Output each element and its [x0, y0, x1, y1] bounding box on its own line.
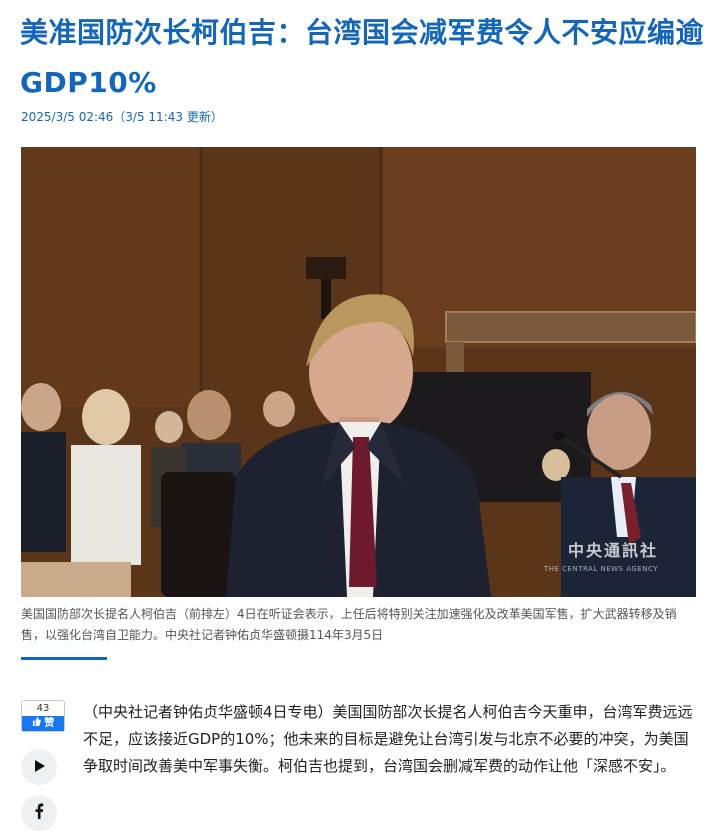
article-dateline: 2025/3/5 02:46（3/5 11:43 更新）: [21, 110, 223, 124]
facebook-icon: [33, 803, 45, 823]
share-bar: 43 赞: [21, 700, 65, 831]
facebook-like-button[interactable]: 43 赞: [21, 700, 65, 732]
play-icon: [32, 758, 46, 777]
article-photo: 中央通訊社 THE CENTRAL NEWS AGENCY: [21, 147, 696, 597]
caption-divider: [21, 657, 107, 660]
play-audio-button[interactable]: [21, 749, 57, 785]
photo-watermark-en: THE CENTRAL NEWS AGENCY: [543, 565, 658, 573]
facebook-share-button[interactable]: [21, 795, 57, 831]
like-count: 43: [36, 703, 50, 714]
article-body: （中央社记者钟佑贞华盛顿4日专电）美国国防部次长提名人柯伯吉今天重申，台湾军费远…: [83, 703, 693, 775]
article-title: 美准国防次长柯伯吉：台湾国会减军费令人不安应编逾GDP10%: [20, 16, 705, 99]
like-button-label: 赞: [22, 716, 64, 731]
thumbs-up-icon: [32, 717, 44, 729]
photo-caption: 美国国防部次长提名人柯伯吉（前排左）4日在听证会表示，上任后将特别关注加速强化及…: [21, 607, 677, 642]
photo-watermark: 中央通訊社: [567, 541, 658, 560]
